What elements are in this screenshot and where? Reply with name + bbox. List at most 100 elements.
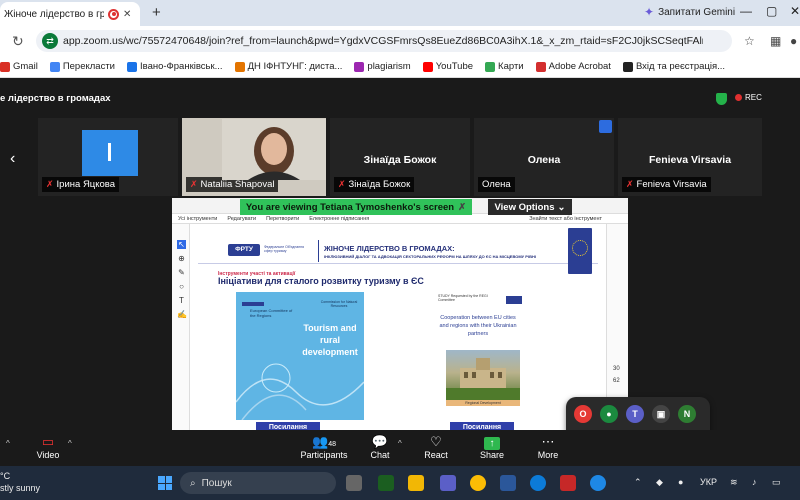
pdf-tool-rail: ↖ ⊕ ✎ ○ T ✍ <box>172 224 190 430</box>
bookmark-youtube[interactable]: YouTube <box>422 61 473 72</box>
app-green-icon[interactable]: ● <box>600 405 618 423</box>
react-button[interactable]: ♡ React <box>408 434 464 460</box>
app-monitor-icon[interactable]: ▣ <box>652 405 670 423</box>
participant-tile[interactable]: Зінаїда Божок ✗ Зінаїда Божок <box>330 118 470 196</box>
word-icon[interactable] <box>500 475 516 491</box>
task-view-icon[interactable] <box>346 475 362 491</box>
pdf-menu-item: Редагувати <box>227 215 257 222</box>
gemini-button[interactable]: ✦ Запитати Gemini <box>644 5 735 19</box>
react-label: React <box>424 450 448 460</box>
more-view-button[interactable] <box>599 120 612 133</box>
chat-caret-icon[interactable]: ^ <box>398 439 402 448</box>
share-button[interactable]: ↑ Share <box>464 434 520 460</box>
minimize-icon[interactable]: — <box>740 4 752 18</box>
participant-tile[interactable]: Fenieva Virsavia ✗ Fenieva Virsavia <box>618 118 762 196</box>
file-explorer-icon[interactable] <box>408 475 424 491</box>
browser-tab[interactable]: Жіноче лідерство в громадах ✕ <box>0 2 140 26</box>
recording-indicator-icon <box>108 8 119 20</box>
page-number: 62 <box>613 378 620 384</box>
pdf-menu-bar: Усі інструменти Редагувати Перетворити Е… <box>172 214 628 224</box>
share-label: Share <box>479 450 505 460</box>
tab-close-button[interactable]: ✕ <box>123 9 131 20</box>
browser-tab-strip: Жіноче лідерство в громадах ✕ + ✦ Запита… <box>0 0 800 26</box>
rec-label: REC <box>745 93 762 102</box>
publication-cover-cooperation: STUDY Requested by the REGI Committee Co… <box>432 292 538 420</box>
extensions-icon[interactable]: ▦ <box>770 34 781 48</box>
gemini-icon: ✦ <box>644 5 655 19</box>
omnibox[interactable]: ⇄ app.zoom.us/wc/75572470648/join?ref_fr… <box>36 30 732 52</box>
app-leaf-icon[interactable] <box>378 475 394 491</box>
site-info-icon[interactable]: ⇄ <box>42 33 58 49</box>
participants-label: Participants <box>300 450 348 460</box>
bookmark-label: Adobe Acrobat <box>548 61 611 72</box>
bookmark-plagiarism[interactable]: plagiarism <box>354 61 411 72</box>
more-button[interactable]: ⋯ More <box>520 434 576 460</box>
video-caret-icon[interactable]: ^ <box>68 439 72 448</box>
security-shield-icon[interactable] <box>716 93 727 105</box>
participant-video-frame <box>222 119 326 180</box>
slide-headline: ЖІНОЧЕ ЛІДЕРСТВО В ГРОМАДАХ: <box>324 244 455 253</box>
teams-taskbar-icon[interactable] <box>440 475 456 491</box>
bookmark-adobe-acrobat[interactable]: Adobe Acrobat <box>535 61 611 72</box>
video-label: Video <box>36 450 60 460</box>
tray-chevron-icon[interactable]: ⌃ <box>634 477 642 488</box>
url-text[interactable]: app.zoom.us/wc/75572470648/join?ref_from… <box>63 35 703 47</box>
new-tab-button[interactable]: + <box>152 4 161 21</box>
wifi-icon[interactable]: ≋ <box>730 477 738 488</box>
teams-icon[interactable]: T <box>626 405 644 423</box>
participant-name: Fenieva Virsavia <box>636 179 707 190</box>
language-indicator[interactable]: УКР <box>700 477 717 487</box>
taskbar-search[interactable]: ⌕ Пошук <box>180 472 336 494</box>
weather-desc: stly sunny <box>0 483 41 493</box>
link-button-tourism[interactable]: Посилання <box>256 422 320 430</box>
opera-icon[interactable]: O <box>574 405 592 423</box>
record-dot-icon <box>735 94 742 101</box>
gallery-prev-icon[interactable]: ‹ <box>10 150 15 168</box>
edge-icon[interactable] <box>530 475 546 491</box>
comment-tool-icon: ⊕ <box>178 254 185 263</box>
participant-tile[interactable]: ✗ Ірина Яцкова <box>38 118 178 196</box>
chrome-icon[interactable] <box>470 475 486 491</box>
link-button-cooperation[interactable]: Посилання <box>450 422 514 430</box>
app-red-icon[interactable] <box>560 475 576 491</box>
participant-display-name: Зінаїда Божок <box>363 154 437 166</box>
bookmark-gmail[interactable]: Gmail <box>0 61 38 72</box>
participants-button[interactable]: 👥48 Participants <box>296 434 352 460</box>
mic-off-icon: ✗ <box>190 179 198 189</box>
more-icon: ⋯ <box>541 434 555 449</box>
star-icon[interactable]: ☆ <box>744 34 755 48</box>
bookmark-icon <box>622 61 633 72</box>
profile-icon[interactable]: ● <box>790 34 797 48</box>
nvidia-icon[interactable]: N <box>678 405 696 423</box>
search-icon: ⌕ <box>190 477 196 489</box>
chrome-profile-icon[interactable] <box>590 475 606 491</box>
close-window-icon[interactable]: ✕ <box>790 4 800 18</box>
battery-icon[interactable]: ▭ <box>772 477 781 488</box>
tray-mic-icon[interactable]: ● <box>678 477 683 487</box>
reload-icon[interactable]: ↻ <box>12 33 24 50</box>
bookmark-icon <box>234 61 245 72</box>
cursor-tool-icon: ↖ <box>177 240 186 249</box>
bookmark-login[interactable]: Вхід та реєстрація... <box>622 61 725 72</box>
eu-stars-icon <box>572 240 588 256</box>
youtube-icon <box>422 61 433 72</box>
windows-start-icon[interactable] <box>158 476 172 490</box>
participant-tile[interactable]: Олена Олена <box>474 118 614 196</box>
participant-video <box>222 119 326 180</box>
view-options-button[interactable]: View Options ⌄ <box>488 199 572 215</box>
building-illustration <box>446 358 520 400</box>
cover-footer: Regional Development <box>446 400 520 406</box>
weather-widget[interactable]: °C stly sunny <box>0 470 40 494</box>
bookmark-ifntung[interactable]: ДН ІФНТУНГ: диста... <box>234 61 342 72</box>
tray-app-icon[interactable]: ◆ <box>656 477 663 488</box>
bookmark-ivano-frankivsk[interactable]: Івано-Франківськ... <box>127 61 223 72</box>
bookmark-translate[interactable]: Перекласти <box>49 61 115 72</box>
gemini-label: Запитати Gemini <box>658 6 736 18</box>
slide-header: ФРТУ Федеральне Об'єднання сфер туризму … <box>198 234 598 264</box>
volume-icon[interactable]: ♪ <box>752 477 757 487</box>
audio-caret-icon[interactable]: ^ <box>6 439 10 448</box>
maximize-icon[interactable]: ▢ <box>766 4 777 18</box>
bookmark-maps[interactable]: Карти <box>485 61 524 72</box>
sign-tool-icon: ✍ <box>177 310 187 319</box>
participant-name-tag: ✗ Зінаїда Божок <box>334 177 415 192</box>
